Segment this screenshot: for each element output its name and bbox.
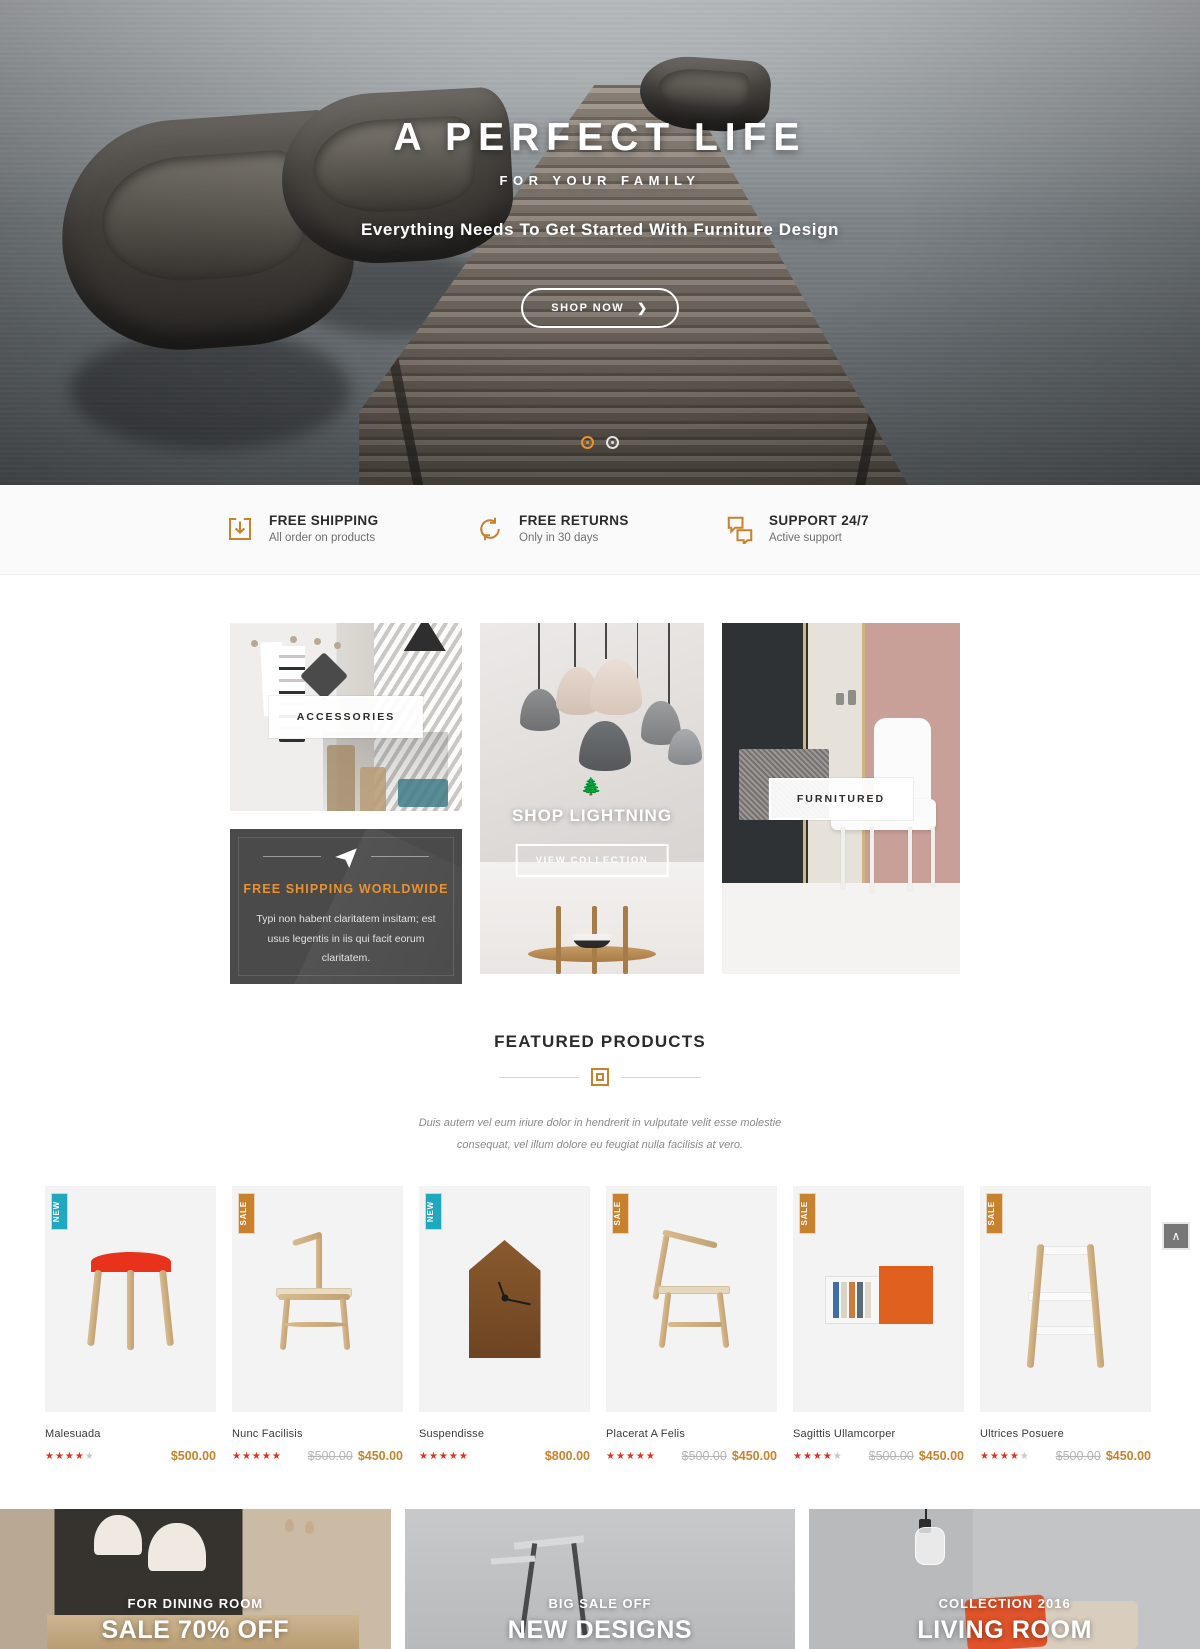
product-card[interactable]: NEW Malesuada ★★★★★ $500.00 <box>45 1186 216 1463</box>
category-card-accessories[interactable]: ACCESSORIES <box>230 623 462 811</box>
product-card[interactable]: SALE Sagittis Ullamcorper ★★★★★ $500.00 $… <box>793 1186 964 1463</box>
service-support[interactable]: SUPPORT 24/7 Active support <box>725 513 975 544</box>
category-card-furnitured[interactable]: FURNITURED <box>722 623 960 974</box>
slider-dots[interactable] <box>581 436 619 449</box>
download-box-icon <box>229 517 251 540</box>
promo-subtitle: BIG SALE OFF <box>548 1596 652 1611</box>
service-title: SUPPORT 24/7 <box>769 513 870 528</box>
product-image[interactable]: SALE <box>606 1186 777 1412</box>
refresh-cycle-icon <box>480 517 500 540</box>
service-free-shipping[interactable]: FREE SHIPPING All order on products <box>225 513 475 544</box>
square-ornament-icon <box>591 1068 609 1086</box>
product-name[interactable]: Suspendisse <box>419 1428 590 1440</box>
service-subtitle: All order on products <box>269 532 376 544</box>
promo-subtitle: COLLECTION 2016 <box>938 1596 1071 1611</box>
product-image[interactable]: NEW <box>419 1186 590 1412</box>
product-name[interactable]: Sagittis Ullamcorper <box>793 1428 964 1440</box>
product-price: $500.00 $450.00 <box>307 1449 403 1463</box>
promo-title: LIVING ROOM <box>917 1616 1092 1644</box>
chat-bubbles-icon <box>727 516 753 544</box>
free-shipping-promo: FREE SHIPPING WORLDWIDE Typi non habent … <box>230 829 462 984</box>
service-subtitle: Only in 30 days <box>519 532 599 544</box>
paper-plane-icon <box>335 847 357 868</box>
view-collection-button[interactable]: VIEW COLLECTION <box>515 844 669 878</box>
shop-now-button[interactable]: SHOP NOW ❯ <box>521 288 679 328</box>
shipping-promo-title: FREE SHIPPING WORLDWIDE <box>243 881 449 896</box>
product-image[interactable]: SALE <box>232 1186 403 1412</box>
category-card-lightning[interactable]: 🌲 SHOP LIGHTNING VIEW COLLECTION <box>480 623 704 974</box>
chevron-up-icon: ∧ <box>1171 1229 1181 1243</box>
rating-stars: ★★★★★ <box>45 1450 95 1462</box>
hero-subtitle: FOR YOUR FAMILY <box>499 173 701 188</box>
section-divider <box>230 1068 970 1086</box>
product-price: $800.00 <box>544 1449 590 1463</box>
product-price: $500.00 $450.00 <box>868 1449 964 1463</box>
promo-title: SALE 70% OFF <box>101 1616 290 1644</box>
rating-stars: ★★★★★ <box>793 1450 843 1462</box>
accessories-label[interactable]: ACCESSORIES <box>267 695 425 739</box>
featured-description: Duis autem vel eum iriure dolor in hendr… <box>418 1117 782 1151</box>
rating-stars: ★★★★★ <box>980 1450 1030 1462</box>
rating-stars: ★★★★★ <box>606 1450 656 1462</box>
product-card[interactable]: NEW Suspendisse ★★★★★ $800.00 <box>419 1186 590 1463</box>
product-name[interactable]: Nunc Facilisis <box>232 1428 403 1440</box>
product-price: $500.00 $450.00 <box>681 1449 777 1463</box>
slider-dot-1[interactable] <box>581 436 594 449</box>
promo-subtitle: FOR DINING ROOM <box>127 1596 264 1611</box>
service-subtitle: Active support <box>769 532 842 544</box>
promo-title: NEW DESIGNS <box>507 1616 693 1644</box>
hero-slider[interactable]: A PERFECT LIFE FOR YOUR FAMILY Everythin… <box>0 0 1200 485</box>
services-bar: FREE SHIPPING All order on products FREE… <box>0 485 1200 575</box>
badge-sale: SALE <box>612 1193 629 1234</box>
hero-title: A PERFECT LIFE <box>393 116 807 159</box>
badge-sale: SALE <box>238 1193 255 1234</box>
lightning-title: SHOP LIGHTNING <box>511 805 673 825</box>
product-image[interactable]: SALE <box>980 1186 1151 1412</box>
product-image[interactable]: NEW <box>45 1186 216 1412</box>
promo-dining-room[interactable]: FOR DINING ROOM SALE 70% OFF <box>0 1509 391 1649</box>
product-grid: NEW Malesuada ★★★★★ $500.00 SALE Nunc Fa… <box>0 1156 1200 1463</box>
product-card[interactable]: SALE Ultrices Posuere ★★★★★ $500.00 $450.… <box>980 1186 1151 1463</box>
category-banners: ACCESSORIES FREE SHIPPING WORLDWIDE Typi… <box>230 575 970 984</box>
arrow-right-icon: ❯ <box>637 301 649 315</box>
featured-title: FEATURED PRODUCTS <box>494 1032 706 1051</box>
badge-new: NEW <box>425 1193 442 1231</box>
hero-description: Everything Needs To Get Started With Fur… <box>360 220 840 239</box>
rating-stars: ★★★★★ <box>232 1450 282 1462</box>
product-name[interactable]: Malesuada <box>45 1428 216 1440</box>
product-name[interactable]: Placerat A Felis <box>606 1428 777 1440</box>
featured-section-header: FEATURED PRODUCTS Duis autem vel eum iri… <box>230 984 970 1156</box>
promo-new-designs[interactable]: BIG SALE OFF NEW DESIGNS <box>404 1509 796 1649</box>
furnitured-label[interactable]: FURNITURED <box>767 776 915 821</box>
rating-stars: ★★★★★ <box>419 1450 469 1462</box>
badge-sale: SALE <box>799 1193 816 1234</box>
product-price: $500.00 $450.00 <box>1055 1449 1151 1463</box>
promo-living-room[interactable]: COLLECTION 2016 LIVING ROOM <box>809 1509 1200 1649</box>
shipping-promo-text: Typi non habent claritatem insitam; est … <box>256 912 436 965</box>
slider-dot-2[interactable] <box>606 436 619 449</box>
service-title: FREE RETURNS <box>519 513 629 528</box>
service-title: FREE SHIPPING <box>269 513 379 528</box>
product-card[interactable]: SALE Placerat A Felis ★★★★★ $500.00 $450.… <box>606 1186 777 1463</box>
badge-sale: SALE <box>986 1193 1003 1234</box>
tree-icon: 🌲 <box>580 777 602 797</box>
product-image[interactable]: SALE <box>793 1186 964 1412</box>
promo-banners: FOR DINING ROOM SALE 70% OFF BIG SALE OF… <box>0 1463 1200 1649</box>
service-free-returns[interactable]: FREE RETURNS Only in 30 days <box>475 513 725 544</box>
product-name[interactable]: Ultrices Posuere <box>980 1428 1151 1440</box>
product-card[interactable]: SALE Nunc Facilisis ★★★★★ $500.00 $450.00 <box>232 1186 403 1463</box>
shop-now-label: SHOP NOW <box>551 302 625 314</box>
product-price: $500.00 <box>170 1449 216 1463</box>
scroll-to-top-button[interactable]: ∧ <box>1162 1222 1190 1250</box>
badge-new: NEW <box>51 1193 68 1231</box>
